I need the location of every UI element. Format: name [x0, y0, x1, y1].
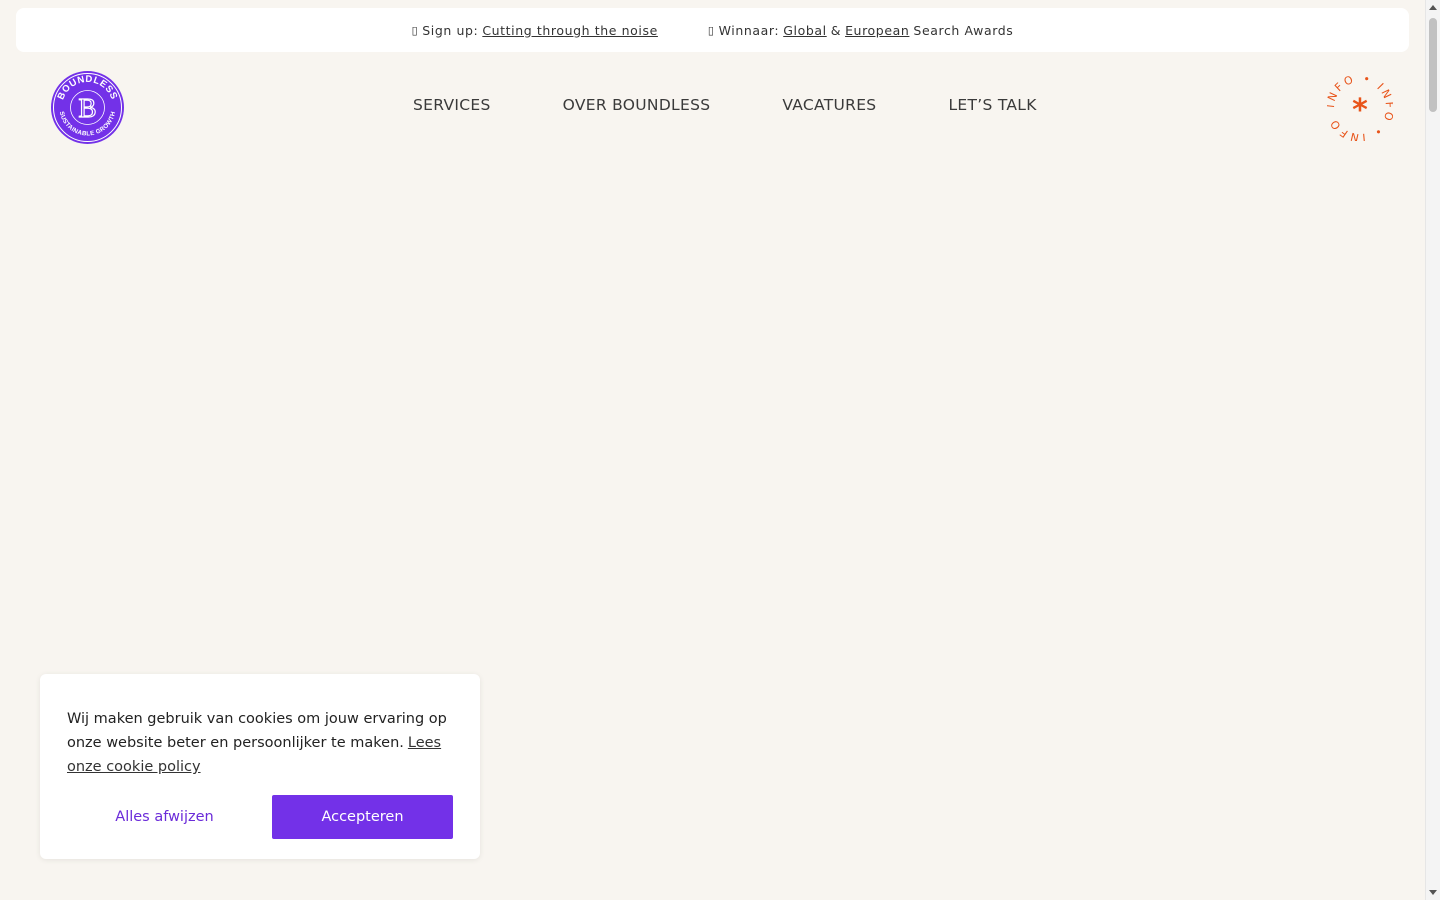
award-link-european[interactable]: European — [845, 23, 909, 38]
cookie-text: Wij maken gebruik van cookies om jouw er… — [67, 707, 457, 779]
cookie-actions: Alles afwijzen Accepteren — [67, 795, 453, 839]
scroll-down-arrow-icon[interactable] — [1429, 890, 1437, 895]
main-nav: SERVICES OVER BOUNDLESS VACATURES LET’S … — [413, 96, 1037, 114]
nav-item-lets-talk[interactable]: LET’S TALK — [948, 96, 1036, 114]
logo-icon: BOUNDLESS SUSTAINABLE GROWTH B — [51, 71, 124, 144]
nav-item-vacatures[interactable]: VACATURES — [782, 96, 876, 114]
award-icon: ▯ — [707, 23, 715, 37]
info-center-symbol: * — [1352, 93, 1368, 128]
nav-item-over-boundless[interactable]: OVER BOUNDLESS — [563, 96, 711, 114]
info-badge[interactable]: INFO • INFO • INFO • * — [1322, 65, 1393, 144]
signup-prefix: Sign up: — [422, 22, 479, 38]
award-prefix: Winnaar: — [718, 22, 780, 38]
accept-button[interactable]: Accepteren — [272, 795, 453, 839]
signup-icon: ▯ — [411, 23, 419, 37]
reject-all-button[interactable]: Alles afwijzen — [67, 795, 262, 839]
signup-announcement: ▯ Sign up: Cutting through the noise — [412, 23, 658, 38]
award-announcement: ▯ Winnaar: Global & European Search Awar… — [708, 23, 1014, 38]
nav-item-services[interactable]: SERVICES — [413, 96, 491, 114]
award-suffix: Search Awards — [913, 22, 1014, 38]
logo-letter: B — [78, 93, 96, 123]
signup-link[interactable]: Cutting through the noise — [482, 23, 658, 38]
boundless-logo[interactable]: BOUNDLESS SUSTAINABLE GROWTH B — [50, 70, 125, 145]
award-link-global[interactable]: Global — [783, 23, 826, 38]
announcement-bar: ▯ Sign up: Cutting through the noise ▯ W… — [16, 8, 1409, 52]
info-asterisk-icon: INFO • INFO • INFO • * — [1322, 65, 1393, 144]
award-amp: & — [830, 22, 842, 38]
scroll-up-arrow-icon[interactable] — [1429, 5, 1437, 10]
cookie-banner: Wij maken gebruik van cookies om jouw er… — [40, 674, 480, 859]
cookie-message: Wij maken gebruik van cookies om jouw er… — [67, 711, 447, 751]
page: ▯ Sign up: Cutting through the noise ▯ W… — [0, 0, 1425, 900]
scrollbar[interactable] — [1425, 0, 1440, 900]
scrollbar-thumb[interactable] — [1429, 18, 1437, 112]
